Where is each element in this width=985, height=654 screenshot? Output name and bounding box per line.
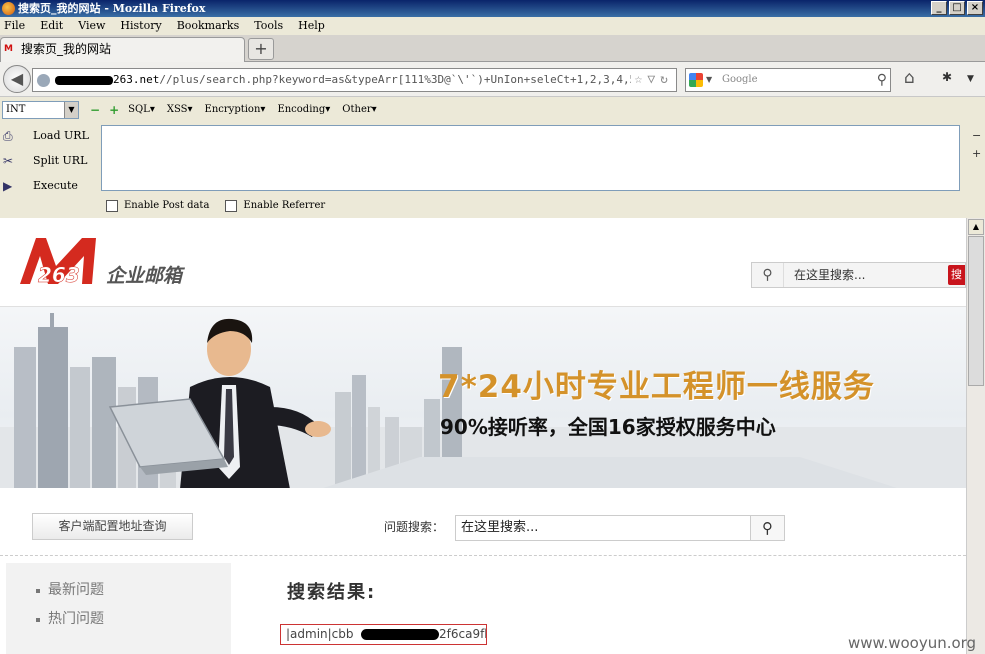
search-result-row: |admin|cbb 2f6ca9fb — [280, 624, 487, 645]
window-controls: _ □ × — [931, 1, 983, 15]
results-title: 搜索结果: — [287, 582, 377, 603]
client-config-button[interactable]: 客户端配置地址查询 — [32, 513, 193, 540]
menu-other-label: Other — [342, 104, 372, 115]
url-bar[interactable]: 263.net//plus/search.php?keyword=as&type… — [32, 68, 677, 92]
type-select-value: INT — [6, 104, 26, 115]
split-url-label: Split URL — [33, 154, 88, 167]
chevron-down-icon[interactable]: ▼ — [64, 102, 78, 118]
maximize-button[interactable]: □ — [949, 1, 965, 15]
menu-xss[interactable]: XSS▾ — [167, 102, 193, 118]
load-url-icon: ⎙ — [3, 129, 13, 143]
google-search-box[interactable]: ▼ Google ⚲ — [685, 68, 891, 92]
split-url-icon: ✂ — [3, 154, 14, 168]
menu-xss-label: XSS — [166, 104, 188, 115]
firefox-icon — [2, 2, 15, 15]
window-title: 搜索页_我的网站 - Mozilla Firefox — [18, 2, 206, 15]
question-search-label: 问题搜索： — [384, 520, 445, 534]
watermark: www.wooyun.org — [848, 634, 977, 652]
menu-edit[interactable]: Edit — [40, 17, 63, 35]
bug-icon[interactable]: ✱ — [942, 70, 952, 84]
url-path: //plus/search.php?keyword=as&typeArr[111… — [159, 73, 657, 86]
load-url-button[interactable]: ⎙ Load URL — [0, 125, 100, 150]
globe-icon — [37, 74, 50, 87]
question-search-button[interactable]: ⚲ — [750, 515, 785, 541]
hackbar-menu: − + SQL▾ XSS▾ Encryption▾ Encoding▾ Othe… — [90, 102, 389, 118]
menu-sql[interactable]: SQL▾ — [128, 102, 155, 118]
close-button[interactable]: × — [967, 1, 983, 15]
menu-encoding-label: Encoding — [277, 104, 326, 115]
google-search-placeholder: Google — [722, 74, 758, 85]
menu-view[interactable]: View — [78, 17, 105, 35]
execute-label: Execute — [33, 179, 78, 192]
back-button[interactable]: ◀ — [3, 65, 31, 93]
textarea-resize-controls[interactable]: − + — [972, 127, 981, 163]
google-icon — [689, 73, 703, 87]
banner-headline: 7*24小时专业工程师一线服务 — [438, 369, 875, 405]
hackbar-actions: ⎙ Load URL ✂ Split URL ▶ Execute — [0, 125, 100, 200]
menu-other[interactable]: Other▾ — [342, 102, 376, 118]
split-url-button[interactable]: ✂ Split URL — [0, 150, 100, 175]
engine-dropdown-icon[interactable]: ▼ — [706, 69, 712, 91]
logo-number: 263 — [38, 263, 80, 287]
scroll-thumb[interactable] — [968, 236, 984, 386]
header-search-input[interactable]: 在这里搜索... — [794, 263, 865, 287]
enable-referrer-label: Enable Referrer — [243, 200, 326, 211]
menu-tools[interactable]: Tools — [254, 17, 283, 35]
menu-encryption[interactable]: Encryption▾ — [205, 102, 266, 118]
sidebar-item-popular[interactable]: 热门问题 — [6, 605, 231, 634]
menu-history[interactable]: History — [120, 17, 161, 35]
navigation-bar: ◀ 263.net//plus/search.php?keyword=as&ty… — [0, 62, 985, 96]
decrease-icon[interactable]: − — [90, 102, 100, 118]
search-icon: ⚲ — [752, 263, 784, 287]
hackbar: INT ▼ − + SQL▾ XSS▾ Encryption▾ Encoding… — [0, 96, 985, 218]
hackbar-textarea[interactable] — [101, 125, 960, 191]
url-action-icons[interactable]: ☆▽↻ — [630, 69, 673, 91]
menu-help[interactable]: Help — [298, 17, 325, 35]
tab-search-page[interactable]: M 搜索页_我的网站 — [0, 37, 245, 62]
logo-text: 企业邮箱 — [106, 265, 186, 287]
result-suffix: 2f6ca9fb — [439, 627, 487, 641]
window-titlebar: 搜索页_我的网站 - Mozilla Firefox _ □ × — [0, 0, 985, 17]
minimize-button[interactable]: _ — [931, 1, 947, 15]
sidebar-item-latest[interactable]: 最新问题 — [6, 576, 231, 605]
menu-file[interactable]: File — [4, 17, 25, 35]
header-search[interactable]: ⚲ 在这里搜索... 搜 — [751, 262, 966, 288]
home-icon[interactable]: ⌂ — [904, 68, 915, 88]
redacted-host-mark — [55, 75, 113, 85]
question-sidebar: 最新问题 热门问题 — [6, 563, 231, 654]
menu-bar: File Edit View History Bookmarks Tools H… — [0, 17, 985, 35]
header-search-button[interactable]: 搜 — [948, 265, 965, 285]
hackbar-options: Enable Post data Enable Referrer — [106, 199, 341, 213]
menu-sql-label: SQL — [128, 104, 150, 115]
search-icon[interactable]: ⚲ — [877, 69, 887, 91]
search-toolbar: 客户端配置地址查询 问题搜索： 在这里搜索... ⚲ — [0, 498, 966, 556]
execute-icon: ▶ — [3, 179, 13, 193]
question-search-input[interactable]: 在这里搜索... — [455, 515, 751, 541]
load-url-label: Load URL — [33, 129, 89, 142]
page-content: 263 企业邮箱 ⚲ 在这里搜索... 搜 7*24小时专业工程师一线服务 90… — [0, 218, 966, 654]
url-host: 263.net — [113, 73, 160, 86]
menu-encryption-label: Encryption — [204, 104, 261, 115]
type-select[interactable]: INT ▼ — [2, 101, 79, 119]
enable-post-label: Enable Post data — [124, 200, 210, 211]
new-tab-button[interactable]: + — [248, 38, 274, 60]
toolbar-dropdown-icon[interactable]: ▼ — [967, 74, 974, 84]
redacted-hash-mark — [361, 629, 439, 640]
menu-encoding[interactable]: Encoding▾ — [277, 102, 330, 118]
execute-button[interactable]: ▶ Execute — [0, 175, 100, 200]
enable-referrer-checkbox[interactable] — [225, 200, 238, 212]
tab-title: 搜索页_我的网站 — [21, 42, 112, 56]
banner-subline: 90%接听率，全国16家授权服务中心 — [440, 415, 776, 439]
search-icon: ⚲ — [762, 519, 773, 537]
site-favicon-icon: M — [4, 44, 13, 54]
result-prefix: |admin|cbb — [286, 627, 354, 641]
vertical-scrollbar[interactable]: ▲ — [966, 218, 985, 654]
service-banner: 7*24小时专业工程师一线服务 90%接听率，全国16家授权服务中心 — [0, 306, 966, 488]
enable-post-checkbox[interactable] — [106, 200, 118, 212]
site-logo[interactable]: 263 企业邮箱 — [16, 232, 216, 288]
increase-icon[interactable]: + — [109, 102, 119, 118]
scroll-up-icon[interactable]: ▲ — [968, 219, 984, 235]
tab-bar: M 搜索页_我的网站 + — [0, 35, 985, 62]
menu-bookmarks[interactable]: Bookmarks — [177, 17, 240, 35]
